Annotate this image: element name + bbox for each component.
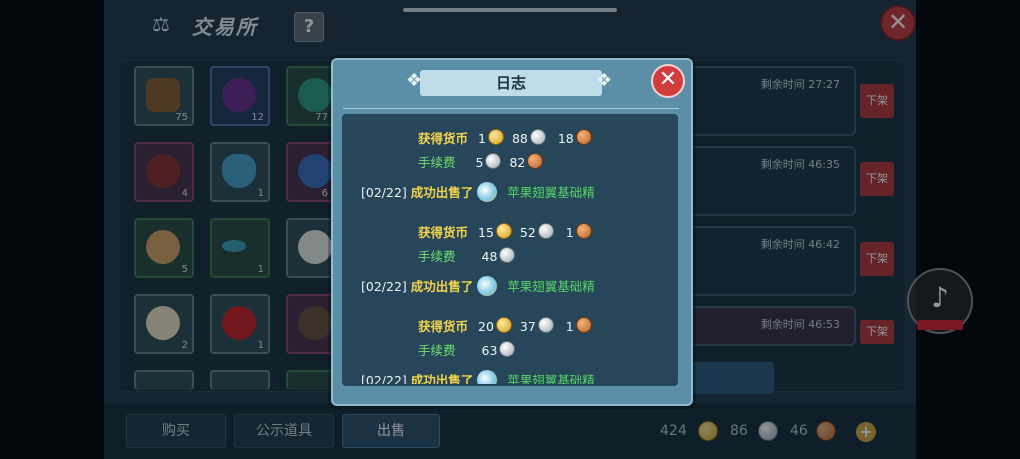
silver-coin-icon: [499, 341, 516, 357]
copper-coin-icon: [575, 129, 592, 145]
fee-row: 手续费 48: [418, 246, 519, 265]
sold-label: 成功出售了: [410, 279, 474, 294]
gold-amount: 20: [478, 319, 494, 334]
silver-coin-icon: [485, 153, 502, 169]
item-icon: [477, 182, 498, 202]
sold-row: [02/22] 成功出售了 苹果翅翼基础精: [361, 182, 595, 202]
earned-label: 获得货币: [418, 131, 469, 146]
log-date: [02/22]: [361, 185, 407, 200]
fee-label: 手续费: [418, 249, 456, 264]
silver-amount: 5: [475, 155, 484, 170]
earned-label: 获得货币: [418, 319, 469, 334]
earned-row: 获得货币 1 88 18: [418, 128, 596, 147]
fee-row: 手续费 5 82: [418, 152, 547, 171]
copper-amount: 82: [509, 155, 526, 170]
copper-amount: 1: [565, 225, 574, 240]
item-icon: [477, 370, 498, 384]
earned-label: 获得货币: [418, 225, 469, 240]
silver-coin-icon: [537, 223, 554, 239]
silver-coin-icon: [537, 317, 554, 333]
item-icon: [477, 276, 498, 296]
sold-row: [02/22] 成功出售了 苹果翅翼基础精: [361, 370, 595, 384]
divider: [343, 108, 679, 109]
silver-amount: 63: [481, 343, 498, 358]
gold-amount: 1: [478, 131, 486, 146]
silver-amount: 37: [519, 319, 536, 334]
silver-amount: 48: [481, 249, 498, 264]
log-date: [02/22]: [361, 373, 407, 384]
sold-label: 成功出售了: [410, 185, 474, 200]
gold-coin-icon: [495, 317, 512, 333]
copper-coin-icon: [575, 223, 592, 239]
item-name[interactable]: 苹果翅翼基础精: [507, 185, 595, 200]
gold-coin-icon: [495, 223, 512, 239]
earned-row: 获得货币 15 52 1: [418, 222, 596, 241]
silver-amount: 52: [519, 225, 536, 240]
copper-amount: 18: [557, 131, 574, 146]
fee-label: 手续费: [418, 343, 456, 358]
sold-row: [02/22] 成功出售了 苹果翅翼基础精: [361, 276, 595, 296]
log-date: [02/22]: [361, 279, 407, 294]
sold-label: 成功出售了: [410, 373, 474, 384]
earned-row: 获得货币 20 37 1: [418, 316, 596, 335]
silver-amount: 88: [511, 131, 528, 146]
item-name[interactable]: 苹果翅翼基础精: [507, 279, 595, 294]
dialog-title: 日志: [495, 74, 526, 92]
gold-coin-icon: [487, 129, 504, 145]
copper-coin-icon: [575, 317, 592, 333]
silver-coin-icon: [529, 129, 546, 145]
close-dialog-button[interactable]: ✕: [651, 64, 685, 98]
item-name[interactable]: 苹果翅翼基础精: [507, 373, 595, 384]
copper-coin-icon: [527, 153, 544, 169]
gold-amount: 15: [478, 225, 494, 240]
fee-label: 手续费: [418, 155, 456, 170]
fee-row: 手续费 63: [418, 340, 519, 359]
silver-coin-icon: [499, 247, 516, 263]
copper-amount: 1: [565, 319, 574, 334]
